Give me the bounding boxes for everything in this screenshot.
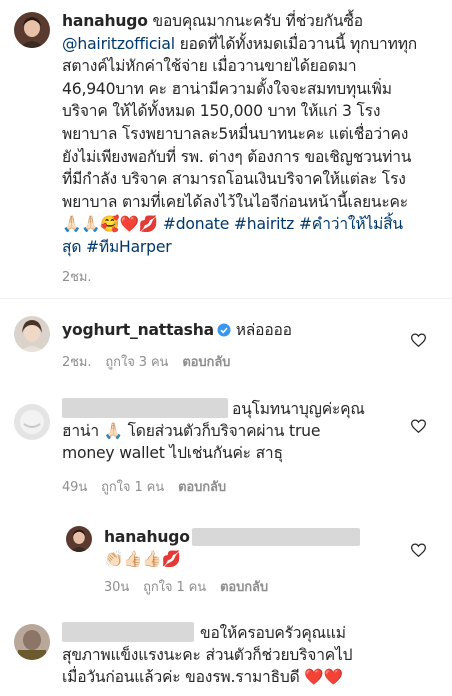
mention-link[interactable]: @hairitzofficial	[62, 35, 175, 53]
caption-line7: ยังไม่เพียงพอกับที่ รพ. ต่างๆ ต้องการ ขอ…	[62, 147, 412, 166]
comment-text: หล่ออออ	[235, 321, 292, 339]
comment-likes[interactable]: ถูกใจ 3 คน	[105, 355, 168, 370]
reply-button[interactable]: ตอบกลับ	[220, 580, 268, 595]
blurred-username	[62, 622, 194, 642]
reply-comment-row: hanahugo 👏🏻👍🏻👍🏻💋 30น ถูกใจ 1 คน ตอบกลับ	[0, 520, 452, 600]
comment-time: 2ชม.	[62, 355, 92, 370]
comment-likes[interactable]: ถูกใจ 1 คน	[143, 580, 206, 595]
caption-line6: พยาบาล โรงพยาบาลละ5หมื่นบาทนะคะ แต่เชื่อ…	[62, 124, 409, 143]
like-heart-icon[interactable]	[410, 332, 427, 351]
comment-likes[interactable]: ถูกใจ 1 คน	[101, 480, 164, 495]
comment-text-line1: อนุโมทนาบุญค่ะคุณ	[232, 400, 365, 418]
caption-line5: บริจาค ให้ได้ทั้งหมด 150,000 บาท ให้แก่ …	[62, 102, 381, 121]
comment-row: อนุโมทนาบุญค่ะคุณ ฮาน่า 🙏🏻 โดยส่วนตัวก็บ…	[0, 392, 452, 512]
reply-emojis: 👏🏻👍🏻👍🏻💋	[104, 550, 181, 568]
comment-row: yoghurt_nattasha หล่ออออ 2ชม. ถูกใจ 3 คน ต…	[0, 306, 452, 378]
comment-text-line3: money wallet ไปเช่นกันค่ะ สาธุ	[62, 444, 283, 462]
caption-username[interactable]: hanahugo	[62, 12, 148, 30]
divider	[0, 298, 452, 299]
hashtag-donate[interactable]: #donate	[163, 215, 229, 233]
verified-badge-icon	[217, 321, 231, 344]
comment-avatar[interactable]	[14, 624, 50, 660]
hashtag-giving-cont[interactable]: สุด	[62, 238, 81, 256]
like-heart-icon[interactable]	[410, 542, 427, 561]
post-caption: hanahugo ขอบคุณมากนะครับ ที่ช่วยกันซื้อ …	[0, 0, 452, 298]
comment-row: ขอให้ครอบครัวคุณแม่ สุขภาพแข็งแรงนะคะ ส่…	[0, 618, 452, 696]
caption-text: hanahugo ขอบคุณมากนะครับ ที่ช่วยกันซื้อ …	[62, 10, 444, 259]
comment-text-line2: ฮาน่า 🙏🏻 โดยส่วนตัวก็บริจาคผ่าน true	[62, 422, 321, 440]
reply-button[interactable]: ตอบกลับ	[182, 355, 230, 370]
hashtag-hairitz[interactable]: #hairitz	[234, 215, 294, 233]
reply-button[interactable]: ตอบกลับ	[178, 480, 226, 495]
hashtag-team-harper[interactable]: #ทีมHarper	[86, 238, 172, 256]
caption-time: 2ชม.	[62, 270, 92, 285]
caption-line4: 46,940บาท คะ ฮาน่ามีความตั้งใจจะสมทบทุนเ…	[62, 79, 392, 98]
comment-username[interactable]: yoghurt_nattasha	[62, 321, 214, 339]
caption-avatar[interactable]	[14, 12, 50, 48]
caption-line1: ขอบคุณมากนะครับ ที่ช่วยกันซื้อ	[147, 12, 363, 30]
like-heart-icon[interactable]	[410, 418, 427, 437]
reply-username[interactable]: hanahugo	[104, 528, 190, 546]
caption-line3: สตางค์ไม่หักค่าใช้จ่าย เมื่อวานขายได้ยอด…	[62, 57, 357, 76]
caption-emojis: 🙏🏻🙏🏻🥰❤️💋	[62, 215, 159, 234]
caption-line8: ที่มีกำลัง บริจาค สามารถโอนเงินบริจาคให้…	[62, 170, 406, 189]
comment-text-line3: เมื่อวันก่อนแล้วค่ะ ของรพ.รามาธิบดี ❤️❤️	[62, 668, 343, 686]
comment-text-line1: ขอให้ครอบครัวคุณแม่	[200, 624, 346, 642]
reply-avatar[interactable]	[66, 526, 92, 552]
caption-line2: ยอดที่ได้ทั้งหมดเมื่อวานนี้ ทุกบาททุก	[174, 34, 418, 53]
comment-text-line2: สุขภาพแข็งแรงนะคะ ส่วนตัวก็ช่วยบริจาคไป	[62, 646, 353, 664]
comment-time: 49น	[62, 480, 88, 495]
blurred-mention	[192, 528, 360, 546]
comment-time: 30น	[104, 580, 130, 595]
blurred-username	[62, 398, 228, 418]
caption-line9: พยาบาล ตามที่เคยได้ลงไว้ในไอจีก่อนหน้านี…	[62, 192, 408, 211]
comment-avatar[interactable]	[14, 316, 50, 352]
comment-avatar[interactable]	[14, 404, 50, 440]
hashtag-giving[interactable]: #คำว่าให้ไม่สิ้น	[299, 215, 403, 233]
